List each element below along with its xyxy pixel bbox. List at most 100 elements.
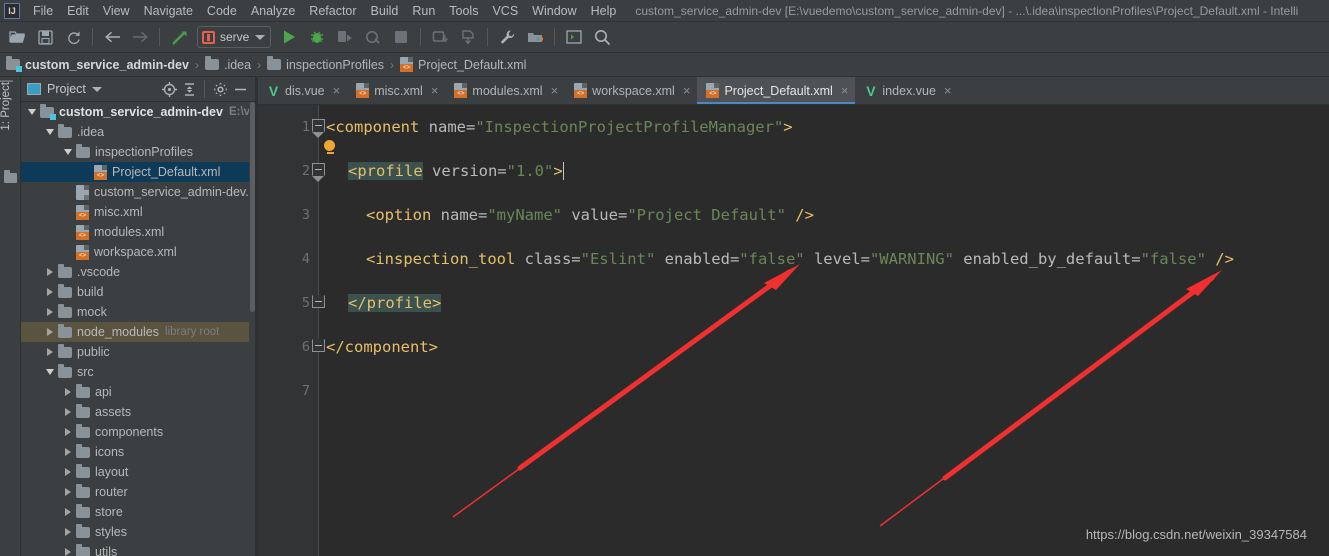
editor-gutter[interactable]: 1 2 3 4 5 6 7 (258, 105, 318, 556)
breadcrumb-item-2[interactable]: inspectionProfiles (267, 56, 384, 72)
collapse-all-icon[interactable] (179, 79, 199, 99)
save-all-icon[interactable] (32, 25, 58, 49)
menu-item-analyze[interactable]: Analyze (244, 2, 302, 20)
project-structure-icon[interactable] (522, 25, 548, 49)
open-folder-icon[interactable] (4, 25, 30, 49)
tree-node-router[interactable]: router (21, 482, 249, 502)
editor-tab-index-vue[interactable]: Vindex.vue × (855, 77, 958, 104)
tree-node-custom-service-admin-dev-in[interactable]: custom_service_admin-dev.in (21, 182, 249, 202)
menu-item-vcs[interactable]: VCS (485, 2, 525, 20)
fold-marker-line1[interactable] (312, 119, 325, 132)
close-icon[interactable]: × (944, 84, 952, 97)
settings-wrench-icon[interactable] (494, 25, 520, 49)
menu-item-build[interactable]: Build (364, 2, 406, 20)
chevron-down-icon[interactable] (43, 365, 57, 379)
terminal-icon[interactable] (561, 25, 587, 49)
close-icon[interactable]: × (841, 84, 849, 97)
chevron-right-icon[interactable] (61, 525, 75, 539)
back-arrow-icon[interactable] (99, 25, 125, 49)
menu-bar: IJ File Edit View Navigate Code Analyze Refact… (0, 0, 1329, 22)
sync-icon[interactable] (60, 25, 86, 49)
fold-marker-line2[interactable] (312, 163, 325, 176)
menu-item-navigate[interactable]: Navigate (137, 2, 200, 20)
editor-tab-workspace-xml[interactable]: workspace.xml × (565, 77, 697, 104)
chevron-right-icon[interactable] (43, 325, 57, 339)
tree-node-modules-xml[interactable]: modules.xml (21, 222, 249, 242)
menu-item-refactor[interactable]: Refactor (302, 2, 363, 20)
chevron-right-icon[interactable] (61, 385, 75, 399)
stop-icon (388, 25, 414, 49)
breadcrumb-item-1[interactable]: .idea (204, 56, 251, 72)
make-project-icon[interactable] (166, 25, 192, 49)
chevron-right-icon[interactable] (61, 405, 75, 419)
chevron-right-icon[interactable] (43, 345, 57, 359)
chevron-down-icon[interactable] (61, 145, 75, 159)
menu-item-tools[interactable]: Tools (442, 2, 485, 20)
menu-item-run[interactable]: Run (405, 2, 442, 20)
menu-item-window[interactable]: Window (525, 2, 583, 20)
chevron-right-icon[interactable] (61, 445, 75, 459)
menu-item-edit[interactable]: Edit (60, 2, 96, 20)
tree-node-layout[interactable]: layout (21, 462, 249, 482)
chevron-right-icon[interactable] (61, 485, 75, 499)
hide-icon[interactable] (230, 79, 250, 99)
code-token: <option (366, 206, 441, 224)
tree-node-utils[interactable]: utils (21, 542, 249, 556)
code-token: "1.0" (506, 162, 554, 180)
tree-node-assets[interactable]: assets (21, 402, 249, 422)
tool-window-tab-project[interactable]: 1: Project (0, 81, 21, 161)
tree-node-build[interactable]: build (21, 282, 249, 302)
chevron-right-icon[interactable] (61, 425, 75, 439)
close-icon[interactable]: × (333, 84, 341, 97)
chevron-down-icon[interactable] (255, 34, 266, 40)
search-everywhere-icon[interactable] (589, 25, 615, 49)
tree-node-project-default-xml[interactable]: Project_Default.xml (21, 162, 249, 182)
tree-node--idea[interactable]: .idea (21, 122, 249, 142)
tree-node-icons[interactable]: icons (21, 442, 249, 462)
gear-icon[interactable] (210, 79, 230, 99)
fold-marker-line5[interactable] (312, 295, 325, 308)
code-content[interactable]: <component name= "InspectionProjectProfil… (326, 105, 1329, 556)
chevron-down-icon[interactable] (43, 125, 57, 139)
editor-tab-misc-xml[interactable]: misc.xml × (347, 77, 445, 104)
tree-node-public[interactable]: public (21, 342, 249, 362)
menu-item-view[interactable]: View (96, 2, 137, 20)
chevron-right-icon[interactable] (43, 265, 57, 279)
chevron-right-icon[interactable] (61, 545, 75, 556)
select-opened-file-icon[interactable] (159, 79, 179, 99)
tree-node--vscode[interactable]: .vscode (21, 262, 249, 282)
tree-node-src[interactable]: src (21, 362, 249, 382)
tree-node-node-modules[interactable]: node_modules library root (21, 322, 249, 342)
editor-tab-project-default-xml[interactable]: Project_Default.xml × (697, 77, 856, 104)
tree-node-mock[interactable]: mock (21, 302, 249, 322)
tree-node-custom-service-admin-dev[interactable]: custom_service_admin-dev E:\vue (21, 102, 249, 122)
tree-node-api[interactable]: api (21, 382, 249, 402)
run-configuration-selector[interactable]: serve (197, 26, 272, 48)
menu-item-file[interactable]: File (26, 2, 60, 20)
tree-node-inspectionprofiles[interactable]: inspectionProfiles (21, 142, 249, 162)
chevron-right-icon[interactable] (43, 305, 57, 319)
tree-node-misc-xml[interactable]: misc.xml (21, 202, 249, 222)
menu-item-code[interactable]: Code (200, 2, 244, 20)
breadcrumb-item-3[interactable]: Project_Default.xml (400, 57, 526, 72)
editor-tab-dis-vue[interactable]: Vdis.vue × (258, 77, 347, 104)
breadcrumb-item-0[interactable]: custom_service_admin-dev (6, 56, 189, 72)
debug-icon[interactable] (304, 25, 330, 49)
tree-node-workspace-xml[interactable]: workspace.xml (21, 242, 249, 262)
tree-node-styles[interactable]: styles (21, 522, 249, 542)
chevron-down-icon[interactable] (25, 105, 39, 119)
tree-node-components[interactable]: components (21, 422, 249, 442)
chevron-right-icon[interactable] (43, 285, 57, 299)
close-icon[interactable]: × (683, 84, 691, 97)
menu-item-help[interactable]: Help (584, 2, 624, 20)
chevron-right-icon[interactable] (61, 505, 75, 519)
chevron-right-icon[interactable] (61, 465, 75, 479)
project-view-chevron-down-icon[interactable] (91, 86, 102, 92)
fold-marker-line6[interactable] (312, 339, 325, 352)
code-area[interactable]: 1234567 <component name= "InspectionProje… (258, 105, 1329, 556)
tree-node-store[interactable]: store (21, 502, 249, 522)
close-icon[interactable]: × (551, 84, 559, 97)
close-icon[interactable]: × (431, 84, 439, 97)
editor-tab-modules-xml[interactable]: modules.xml × (445, 77, 565, 104)
run-icon[interactable] (276, 25, 302, 49)
